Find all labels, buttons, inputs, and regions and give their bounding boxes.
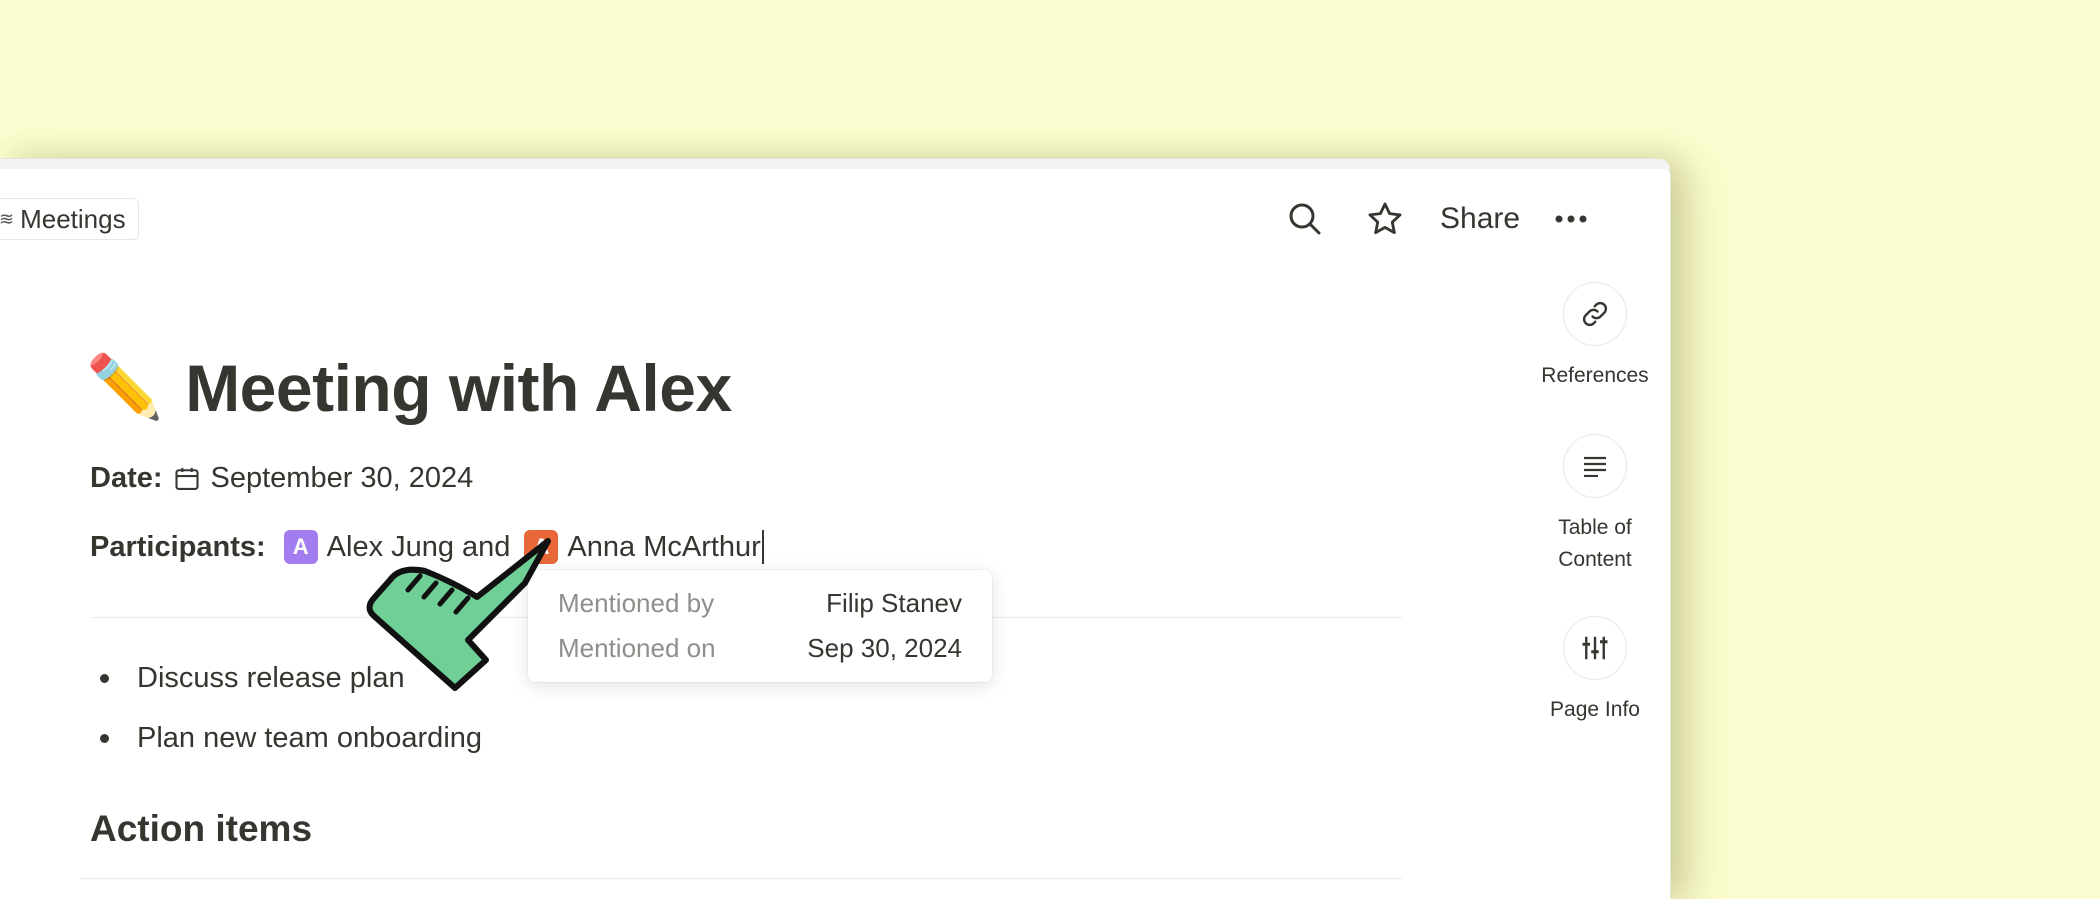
date-property: Date: September 30, 2024 — [90, 462, 473, 495]
more-icon[interactable] — [1546, 194, 1596, 244]
mentioned-by-label: Mentioned by — [558, 588, 715, 618]
star-icon[interactable] — [1360, 194, 1410, 244]
mentioned-on-label: Mentioned on — [558, 633, 716, 663]
participants-label: Participants: — [90, 530, 266, 563]
link-icon[interactable] — [1563, 282, 1627, 346]
list-item[interactable]: Plan new team onboarding — [100, 708, 482, 768]
avatar: A — [283, 530, 318, 564]
bullet-dot — [100, 733, 109, 743]
bullet-dot — [100, 673, 109, 683]
table-of-content-label: Table of Content — [1558, 516, 1632, 571]
page-title[interactable]: Meeting with Alex — [185, 350, 732, 426]
date-value[interactable]: September 30, 2024 — [211, 462, 474, 495]
mentioned-by-value: Filip Stanev — [826, 588, 962, 618]
mention-anna-mcarthur[interactable]: Anna McArthur — [567, 531, 760, 564]
app-window — [0, 158, 1671, 899]
top-toolbar: Share — [1280, 198, 1596, 240]
list-item-text: Plan new team onboarding — [137, 721, 483, 754]
page-header: ✏️ Meeting with Alex — [86, 350, 732, 426]
mentioned-on-value: Sep 30, 2024 — [807, 633, 962, 663]
search-icon[interactable] — [1280, 194, 1330, 244]
divider — [80, 878, 1402, 879]
section-heading[interactable]: Action items — [90, 808, 312, 850]
breadcrumb[interactable]: ≋ Meetings — [0, 198, 139, 240]
page-info-label: Page Info — [1550, 698, 1640, 721]
share-button[interactable]: Share — [1440, 202, 1520, 236]
mention-tooltip: Mentioned by Filip Stanev Mentioned on S… — [528, 570, 992, 682]
sliders-icon[interactable] — [1563, 616, 1627, 680]
breadcrumb-label: Meetings — [20, 203, 126, 234]
page-info-button[interactable]: Page Info — [1515, 616, 1675, 726]
references-label: References — [1541, 364, 1649, 387]
stack-icon: ≋ — [0, 208, 15, 229]
pointer-hand-icon — [366, 538, 551, 691]
text-caret — [761, 530, 764, 564]
references-button[interactable]: References — [1515, 282, 1675, 392]
calendar-icon — [173, 465, 201, 493]
text-align-icon[interactable] — [1563, 434, 1627, 498]
table-of-content-button[interactable]: Table of Content — [1515, 434, 1675, 576]
date-label: Date: — [90, 462, 163, 494]
pencil-icon[interactable]: ✏️ — [86, 357, 163, 419]
